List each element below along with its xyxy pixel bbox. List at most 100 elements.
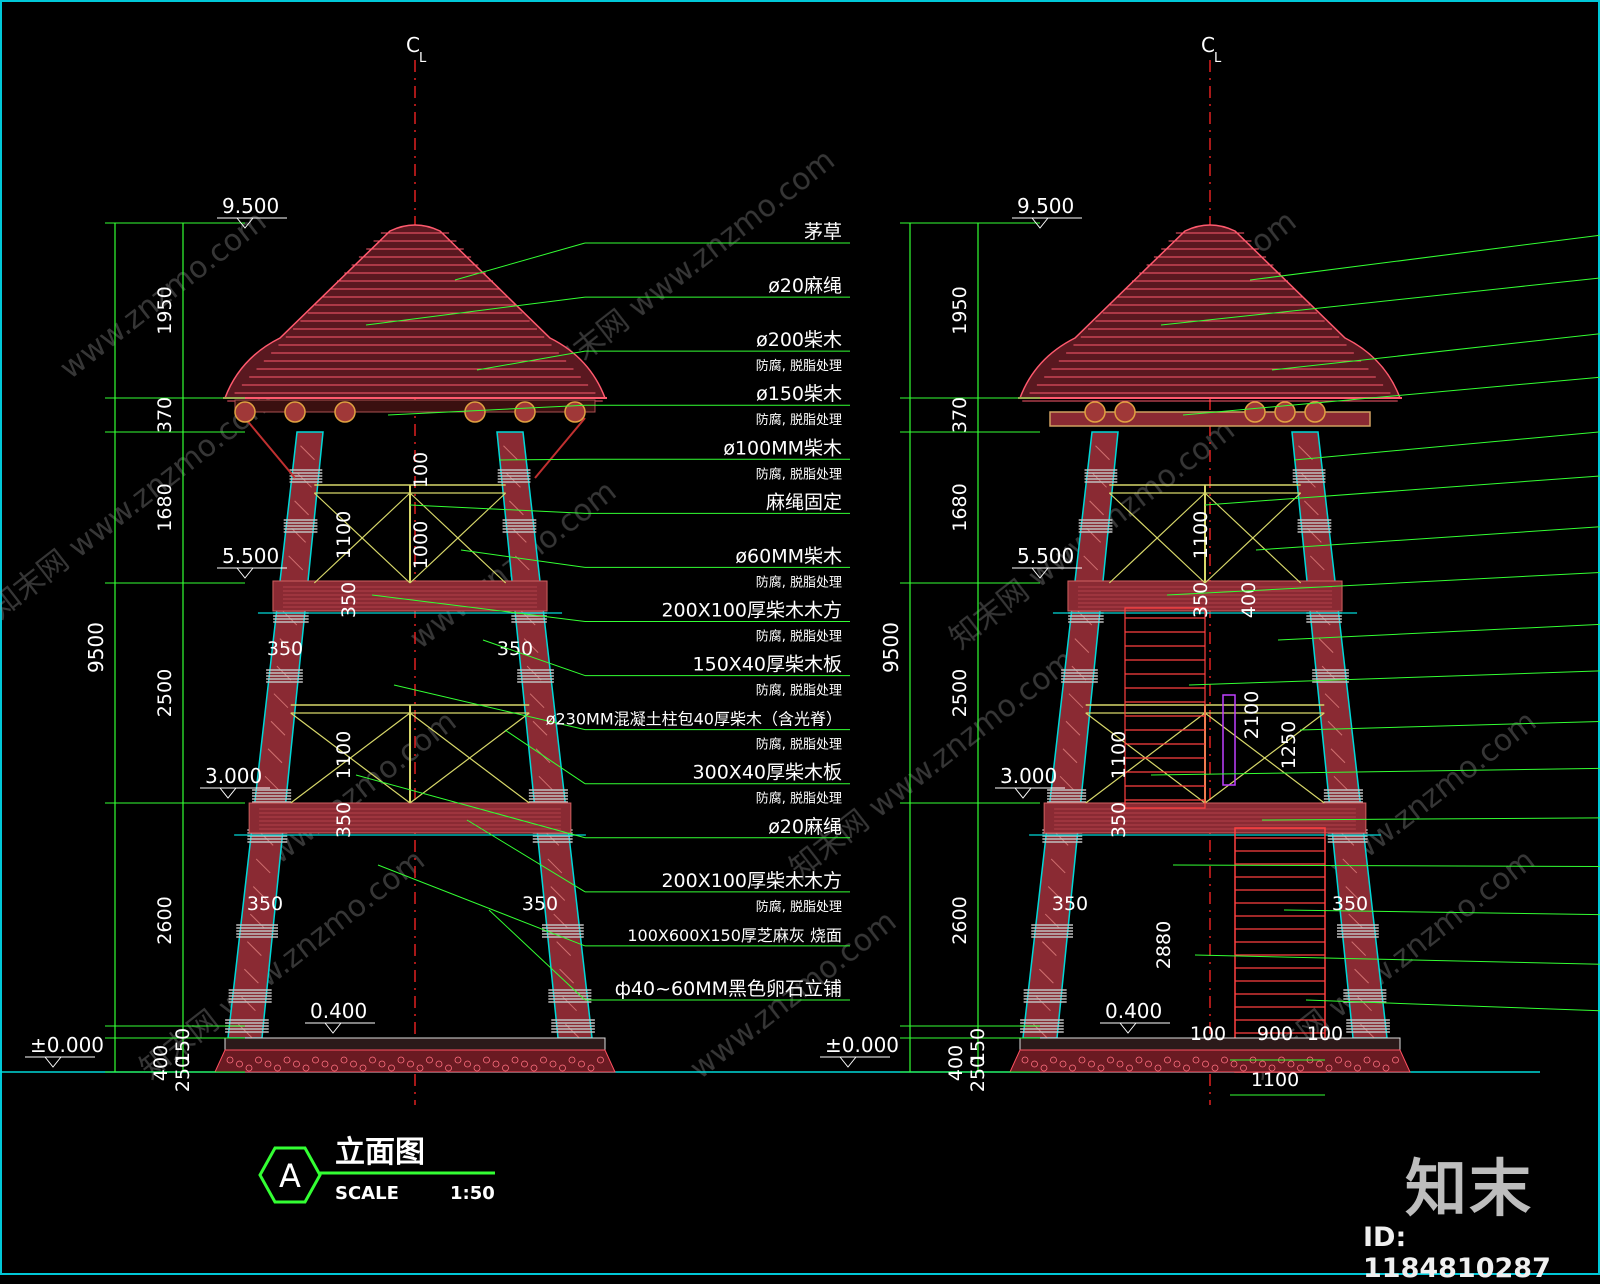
dimension-part: 250 (967, 1056, 989, 1092)
level-triangle (839, 1056, 857, 1068)
inner-dimension: 350 (338, 582, 360, 618)
callout-label: 300X40厚柴木板 (693, 762, 842, 784)
dimension-total: 9500 (879, 622, 903, 673)
callout-label: ø20麻绳 (768, 816, 842, 838)
centerline-mark: C (1201, 33, 1215, 57)
callout-label: 150X40厚柴木板 (693, 654, 842, 676)
inner-dimension: 1100 (333, 511, 355, 559)
callout-label: ø150柴木 (756, 383, 842, 405)
callout-label: ø200柴木 (756, 329, 842, 351)
roof-strut (244, 417, 296, 479)
log-end (334, 401, 356, 423)
callout-leader (1188, 670, 1600, 686)
dimension-part: 370 (154, 397, 176, 433)
callout-leader (454, 242, 586, 281)
inner-dimension: 350 (1332, 893, 1368, 915)
plinth-cap (224, 1037, 606, 1051)
callout-label: 200X100厚柴木木方 (661, 600, 842, 622)
inner-dimension: 1250 (1278, 721, 1300, 769)
dimension-part: 2500 (154, 669, 176, 717)
dimension-part: 250 (172, 1056, 194, 1092)
callout-note: 防腐, 脱脂处理 (756, 683, 842, 699)
level-triangle (1014, 787, 1032, 799)
brand-logo: 知末 (1405, 1152, 1534, 1225)
dimension-total: 9500 (84, 622, 108, 673)
log-end (514, 401, 536, 423)
inner-dimension: 100 (410, 452, 432, 488)
dimension-part: 1950 (154, 286, 176, 334)
level-marker: 0.400 (1105, 999, 1162, 1023)
pebble-base (1009, 1049, 1411, 1073)
dimension-part: 2600 (949, 896, 971, 944)
callout-label: 茅草 (804, 221, 842, 243)
callout-label: 麻绳固定 (766, 491, 842, 513)
inner-dimension: 1100 (333, 731, 355, 779)
dimension-part: 400 (150, 1045, 172, 1081)
dimension-part: 370 (949, 397, 971, 433)
level-triangle (44, 1056, 62, 1068)
inner-dimension: 100 (1307, 1023, 1343, 1045)
handrail-post (1222, 694, 1236, 786)
scale-label: SCALE (335, 1183, 399, 1204)
thatch-roof (1018, 224, 1402, 402)
callout-leader (498, 458, 586, 461)
inner-dimension: 350 (1108, 802, 1130, 838)
centerline-mark: L (419, 51, 427, 66)
log-end (284, 401, 306, 423)
lower-deck (248, 802, 572, 834)
level-triangle (324, 1022, 342, 1034)
dimension-part: 1680 (949, 483, 971, 531)
inner-dimension: 100 (1190, 1023, 1226, 1045)
callout-leader (1150, 767, 1600, 776)
title-key: A (279, 1157, 301, 1195)
roof-outline (1018, 224, 1402, 399)
inner-dimension: 350 (1190, 582, 1212, 618)
callout-note: 防腐, 脱脂处理 (756, 358, 842, 374)
log-end (1244, 401, 1266, 423)
log-end (464, 401, 486, 423)
elevation-sheet: www.znzmo.com知末网 www.znzmo.comwww.znzmo.… (0, 0, 1600, 1275)
dimension-part: 2500 (949, 669, 971, 717)
dimension-part: 1950 (949, 286, 971, 334)
inner-dimension: 350 (1052, 893, 1088, 915)
callout-note: 防腐, 脱脂处理 (756, 412, 842, 428)
inner-dimension: 1100 (1108, 731, 1130, 779)
dimension-part: 1680 (154, 483, 176, 531)
level-marker: 5.500 (222, 544, 279, 568)
upper-deck (272, 580, 548, 612)
callout-note: 防腐, 脱脂处理 (756, 737, 842, 753)
centerline-mark: C (406, 33, 420, 57)
inner-dimension: 2100 (1241, 691, 1263, 739)
thatch-roof (223, 224, 607, 402)
level-marker: 9.500 (222, 194, 279, 218)
level-marker: ±0.000 (30, 1033, 104, 1057)
inner-dimension: 1100 (1190, 511, 1212, 559)
callout-leader (1249, 234, 1600, 281)
callout-note: 防腐, 脱脂处理 (756, 466, 842, 482)
callout-leader (1204, 475, 1600, 506)
elevation-panel-B: CL95001950370168025002600400 1502509.5005… (820, 33, 1600, 1105)
inner-dimension: 350 (333, 802, 355, 838)
callout-label: 100X600X150厚芝麻灰 烧面 (627, 926, 842, 945)
callout-label: ø100MM柴木 (723, 437, 842, 459)
callout-label: ø20麻绳 (768, 275, 842, 297)
cad-drawing: www.znzmo.com知末网 www.znzmo.comwww.znzmo.… (0, 0, 1600, 1275)
inner-dimension: 400 (1238, 582, 1260, 618)
pebble-base (214, 1049, 616, 1073)
roof-outline (223, 224, 607, 399)
dimension-part: 2600 (154, 896, 176, 944)
inner-dimension: 1100 (1251, 1069, 1299, 1091)
dimension-part: 400 (945, 1045, 967, 1081)
callout-note: 防腐, 脱脂处理 (756, 574, 842, 590)
log-end (1304, 401, 1326, 423)
title-text: 立面图 (335, 1135, 425, 1170)
log-end (1084, 401, 1106, 423)
centerline-mark: L (1214, 51, 1222, 66)
ladder-frame (1124, 607, 1206, 809)
inner-dimension: 350 (267, 638, 303, 660)
callout-note: 防腐, 脱脂处理 (756, 899, 842, 915)
level-marker: 5.500 (1017, 544, 1074, 568)
level-triangle (236, 567, 254, 579)
inner-dimension: 1000 (410, 521, 432, 569)
inner-dimension: 2880 (1153, 921, 1175, 969)
